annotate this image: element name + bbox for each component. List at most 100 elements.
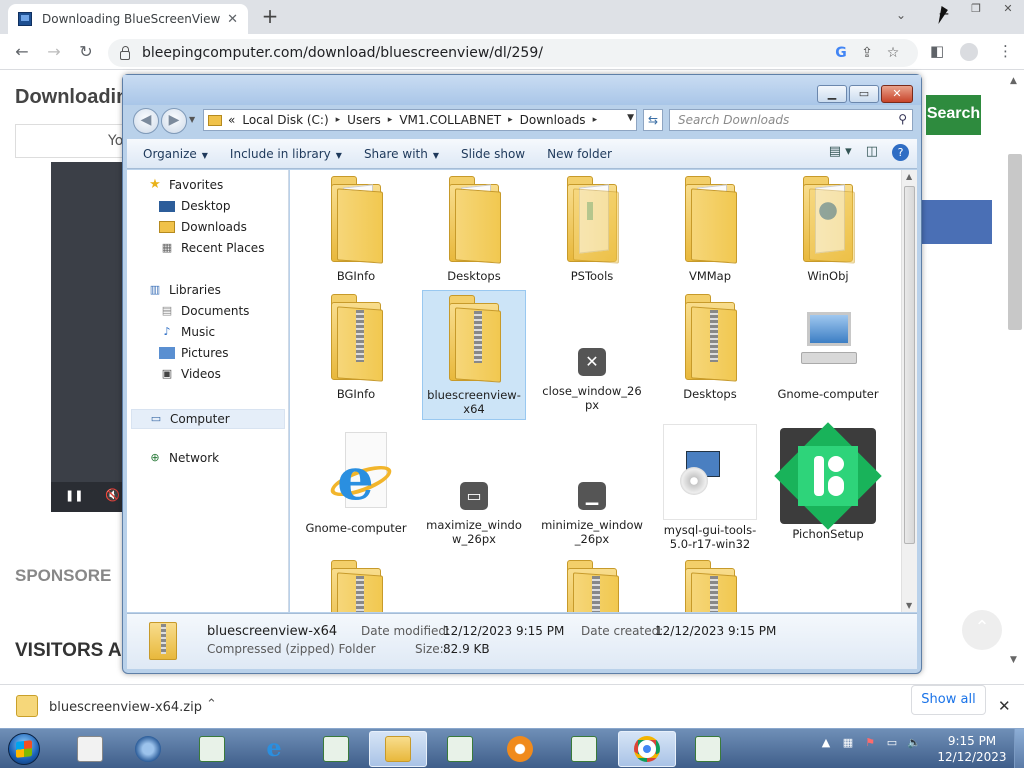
- explorer-close-button[interactable]: ✕: [881, 85, 913, 103]
- nav-network[interactable]: ⊕ Network: [147, 451, 219, 465]
- breadcrumb-chevron-icon[interactable]: ▸: [508, 115, 513, 125]
- mute-icon[interactable]: 🔇: [105, 488, 120, 502]
- file-list-scrollbar[interactable]: ▲ ▼: [901, 170, 917, 612]
- scroll-up-arrow-icon[interactable]: ▲: [1010, 76, 1017, 86]
- change-view-icon[interactable]: ▤ ▾: [829, 144, 852, 161]
- taskbar-app[interactable]: [556, 731, 612, 767]
- nav-music[interactable]: ♪ Music: [159, 325, 215, 339]
- download-file-name[interactable]: bluescreenview-x64.zip: [49, 700, 202, 715]
- taskbar-app[interactable]: [308, 731, 364, 767]
- address-bar[interactable]: bleepingcomputer.com/download/bluescreen…: [108, 39, 918, 67]
- file-item[interactable]: ▁ minimize_window_26px: [540, 424, 644, 546]
- breadcrumb-user[interactable]: VM1.COLLABNET: [399, 113, 501, 127]
- nav-desktop[interactable]: Desktop: [159, 199, 231, 213]
- pause-icon[interactable]: ❚❚: [65, 489, 83, 502]
- site-search-button[interactable]: Search: [926, 95, 981, 135]
- file-item[interactable]: VMMap: [658, 172, 762, 283]
- url-text[interactable]: bleepingcomputer.com/download/bluescreen…: [142, 45, 828, 61]
- file-item[interactable]: e Gnome-computer: [304, 424, 408, 535]
- file-item[interactable]: [304, 556, 408, 612]
- scroll-up-arrow-icon[interactable]: ▲: [906, 172, 912, 181]
- explorer-title-bar[interactable]: ▁ ▭ ✕: [123, 75, 921, 105]
- preview-pane-icon[interactable]: ◫: [866, 144, 878, 161]
- refresh-icon[interactable]: ⇆: [643, 109, 663, 131]
- chevron-up-icon[interactable]: ⌃: [206, 697, 217, 712]
- page-scrollbar-thumb[interactable]: [1008, 154, 1022, 330]
- nav-computer[interactable]: ▭ Computer: [131, 409, 285, 429]
- breadcrumb-chevron-icon[interactable]: ▸: [593, 115, 598, 125]
- taskbar-app[interactable]: [62, 731, 118, 767]
- google-lens-icon[interactable]: G: [828, 45, 854, 61]
- new-tab-button[interactable]: +: [258, 5, 282, 29]
- file-item[interactable]: Desktops: [658, 290, 762, 401]
- search-field[interactable]: Yo: [15, 124, 125, 158]
- file-item[interactable]: [658, 556, 762, 612]
- file-item[interactable]: PichonSetup: [774, 422, 882, 541]
- show-all-button[interactable]: Show all: [911, 685, 986, 715]
- taskbar-app[interactable]: [432, 731, 488, 767]
- breadcrumb-chevron-icon[interactable]: ▸: [336, 115, 341, 125]
- restore-button[interactable]: ❐: [960, 0, 992, 18]
- file-item[interactable]: Desktops: [422, 172, 526, 283]
- file-item[interactable]: [540, 556, 644, 612]
- file-item[interactable]: BGInfo: [304, 172, 408, 283]
- taskbar-chrome[interactable]: [618, 731, 676, 767]
- back-to-top-icon[interactable]: ⌃: [962, 610, 1002, 650]
- tab-search-chevron-icon[interactable]: ⌄: [896, 8, 906, 22]
- explorer-minimize-button[interactable]: ▁: [817, 85, 847, 103]
- explorer-search-input[interactable]: Search Downloads ⚲: [669, 109, 913, 131]
- taskbar-clock[interactable]: 9:15 PM 12/12/2023: [936, 733, 1008, 765]
- file-item[interactable]: ✕ close_window_26px: [540, 290, 644, 412]
- kebab-menu-icon[interactable]: ⋮: [998, 42, 1013, 60]
- scrollbar-thumb[interactable]: [904, 186, 915, 544]
- show-desktop-button[interactable]: [1014, 729, 1024, 768]
- explorer-maximize-button[interactable]: ▭: [849, 85, 879, 103]
- tab-close-icon[interactable]: ✕: [227, 12, 238, 27]
- side-panel-icon[interactable]: ◧: [930, 42, 944, 60]
- taskbar-app[interactable]: e: [246, 731, 302, 767]
- flag-alert-icon[interactable]: ⚑: [862, 735, 878, 751]
- close-button[interactable]: ✕: [992, 0, 1024, 18]
- browser-tab-active[interactable]: Downloading BlueScreenView ✕: [8, 4, 248, 34]
- bookmark-star-icon[interactable]: ☆: [880, 45, 906, 61]
- volume-muted-icon[interactable]: 🔈: [906, 735, 922, 751]
- file-item[interactable]: BGInfo: [304, 290, 408, 401]
- start-button[interactable]: [2, 731, 46, 767]
- help-icon[interactable]: ?: [892, 144, 909, 161]
- network-tray-icon[interactable]: ▦: [840, 735, 856, 751]
- organize-menu[interactable]: Organize ▼: [127, 147, 219, 161]
- file-item[interactable]: mysql-gui-tools-5.0-r17-win32: [658, 424, 762, 551]
- breadcrumb-local-disk[interactable]: Local Disk (C:): [242, 113, 328, 127]
- nav-videos[interactable]: ▣ Videos: [159, 367, 221, 381]
- file-item[interactable]: ▭ maximize_window_26px: [422, 424, 526, 546]
- address-dropdown-icon[interactable]: ▼: [627, 113, 634, 123]
- taskbar-app[interactable]: [492, 731, 548, 767]
- file-item[interactable]: WinObj: [776, 172, 880, 283]
- display-tray-icon[interactable]: ▭: [884, 735, 900, 751]
- nav-pictures[interactable]: Pictures: [159, 346, 229, 360]
- include-in-library-menu[interactable]: Include in library ▼: [219, 147, 353, 161]
- share-with-menu[interactable]: Share with ▼: [353, 147, 450, 161]
- explorer-forward-button[interactable]: ▶: [161, 108, 187, 134]
- nav-downloads[interactable]: Downloads: [159, 220, 247, 234]
- scroll-down-arrow-icon[interactable]: ▼: [1010, 655, 1017, 665]
- search-icon[interactable]: ⚲: [898, 112, 907, 126]
- breadcrumb-downloads[interactable]: Downloads: [520, 113, 586, 127]
- taskbar-app[interactable]: [184, 731, 240, 767]
- reload-icon[interactable]: ↻: [74, 41, 98, 63]
- taskbar-explorer-active[interactable]: [369, 731, 427, 767]
- tray-expand-icon[interactable]: ▲: [818, 735, 834, 751]
- shelf-close-icon[interactable]: ✕: [998, 697, 1011, 715]
- recent-pages-chevron-icon[interactable]: ▼: [189, 115, 195, 124]
- explorer-back-button[interactable]: ◀: [133, 108, 159, 134]
- nav-libraries[interactable]: ▥ Libraries: [147, 283, 221, 297]
- slide-show-button[interactable]: Slide show: [450, 147, 536, 161]
- video-player[interactable]: ❚❚ 🔇: [51, 162, 123, 512]
- explorer-address-bar[interactable]: « Local Disk (C:) ▸ Users ▸ VM1.COLLABNE…: [203, 109, 637, 131]
- file-item[interactable]: PSTools: [540, 172, 644, 283]
- breadcrumb-chevron-icon[interactable]: ▸: [388, 115, 393, 125]
- forward-arrow-icon[interactable]: →: [42, 41, 66, 63]
- scroll-down-arrow-icon[interactable]: ▼: [906, 601, 912, 610]
- share-icon[interactable]: ⇪: [854, 45, 880, 61]
- taskbar-app[interactable]: [680, 731, 736, 767]
